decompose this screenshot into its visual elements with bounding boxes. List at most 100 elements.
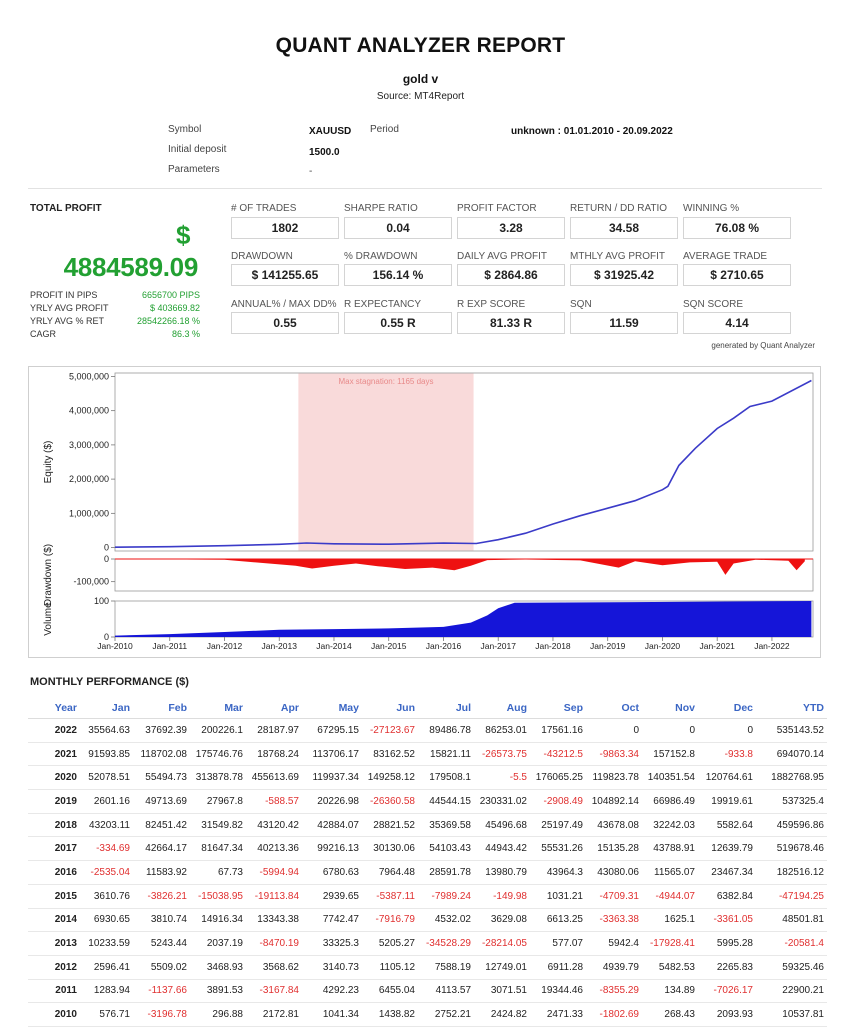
stat-value-annual-maxdd: 0.55 <box>231 312 339 334</box>
month-value-cell: 43788.91 <box>642 836 698 862</box>
equity-ytick-label: 1,000,000 <box>69 508 109 518</box>
month-value-cell: 537325.4 <box>756 789 827 814</box>
month-value-cell: 3629.08 <box>474 908 530 933</box>
month-value-cell: 3140.73 <box>302 955 362 980</box>
stat-label: MTHLY AVG PROFIT <box>570 251 666 262</box>
month-value-cell: 5509.02 <box>133 955 190 980</box>
xtick-label: Jan-2012 <box>207 641 243 651</box>
strategy-name: gold v <box>402 72 439 86</box>
month-value-cell: 6455.04 <box>362 979 418 1004</box>
deposit-value: 1500.0 <box>309 147 340 158</box>
month-value-cell: 15135.28 <box>586 836 642 862</box>
stat-value-sqn-score: 4.14 <box>683 312 791 334</box>
month-value-cell: 25197.49 <box>530 813 586 838</box>
month-value-cell: 175746.76 <box>190 742 246 767</box>
month-value-cell: 66986.49 <box>642 789 698 814</box>
month-value-cell: 2939.65 <box>302 884 362 909</box>
month-value-cell: 13343.38 <box>246 908 302 933</box>
column-header-dec: Dec <box>698 697 756 719</box>
month-value-cell: -3363.38 <box>586 908 642 933</box>
cagr-label: CAGR <box>30 329 57 339</box>
column-header-jul: Jul <box>418 697 474 719</box>
month-value-cell: 5205.27 <box>362 931 418 956</box>
month-value-cell: -3826.21 <box>133 884 190 909</box>
yrly-avg-profit-value: $ 403669.82 <box>149 303 200 313</box>
month-value-cell: 18768.24 <box>246 742 302 767</box>
xtick-label: Jan-2018 <box>535 641 571 651</box>
month-value-cell: -3196.78 <box>133 1002 190 1027</box>
month-value-cell: 5582.64 <box>698 813 756 838</box>
month-value-cell: -43212.5 <box>530 742 586 767</box>
params-label: Parameters <box>168 164 220 175</box>
period-value: unknown : 01.01.2010 - 20.09.2022 <box>511 126 673 137</box>
month-value-cell: -26573.75 <box>474 742 530 767</box>
month-value-cell: 113706.17 <box>302 742 362 767</box>
month-value-cell: 1625.1 <box>642 908 698 933</box>
month-value-cell: 19344.46 <box>530 979 586 1004</box>
column-header-oct: Oct <box>586 697 642 719</box>
month-value-cell: 91593.85 <box>80 742 133 767</box>
month-value-cell: -4944.07 <box>642 884 698 909</box>
month-value-cell: 0 <box>586 718 642 743</box>
month-value-cell: 694070.14 <box>756 742 827 767</box>
month-value-cell: 1882768.95 <box>756 765 827 791</box>
month-value-cell: 3610.76 <box>80 884 133 909</box>
stat-label: SQN SCORE <box>683 299 744 310</box>
equity-chart-frame: Max stagnation: 1165 days 5,000,000 4,000,… <box>28 366 821 658</box>
month-value-cell: 67295.15 <box>302 718 362 743</box>
year-cell: 2012 <box>28 955 80 980</box>
table-row: 2020 52078.51 55494.73 313878.78 455613.69 11… <box>28 765 827 791</box>
drawdown-ytick-label: 0 <box>104 554 109 564</box>
month-value-cell: 2424.82 <box>474 1002 530 1027</box>
month-value-cell: 176065.25 <box>530 765 586 791</box>
month-value-cell: 2596.41 <box>80 955 133 980</box>
month-value-cell: -5387.11 <box>362 884 418 909</box>
drawdown-ylabel: Drawdown ($) <box>43 544 54 606</box>
equity-ytick-label: 4,000,000 <box>69 406 109 416</box>
yrly-avg-ret-row: YRLY AVG % RET 28542266.18 % <box>30 316 200 326</box>
month-value-cell: -3361.05 <box>698 908 756 933</box>
month-value-cell: 55531.26 <box>530 836 586 862</box>
month-value-cell: 179508.1 <box>418 765 474 791</box>
year-cell: 2017 <box>28 836 80 862</box>
monthly-header-row: Year Jan Feb Mar Apr May Jun Jul Aug Sep Oct Nov Dec… <box>28 697 827 719</box>
xtick-label: Jan-2015 <box>371 641 407 651</box>
month-value-cell: 28591.78 <box>418 860 474 885</box>
stat-value-winning: 76.08 % <box>683 217 791 239</box>
month-value-cell: 5995.28 <box>698 931 756 956</box>
yrly-avg-profit-row: YRLY AVG PROFIT $ 403669.82 <box>30 303 200 313</box>
month-value-cell: -8470.19 <box>246 931 302 956</box>
year-cell: 2020 <box>28 765 80 791</box>
month-value-cell: 2601.16 <box>80 789 133 814</box>
month-value-cell: 268.43 <box>642 1002 698 1027</box>
month-value-cell: 576.71 <box>80 1002 133 1027</box>
month-value-cell: 149258.12 <box>362 765 418 791</box>
stat-label: DAILY AVG PROFIT <box>457 251 548 262</box>
month-value-cell: -1137.66 <box>133 979 190 1004</box>
month-value-cell: 35369.58 <box>418 813 474 838</box>
total-profit-currency: $ <box>176 220 191 250</box>
month-value-cell: 42664.17 <box>133 836 190 862</box>
table-row: 2011 1283.94 -1137.66 3891.53 -3167.84 4292.2… <box>28 979 827 1004</box>
table-row: 2017 -334.69 42664.17 81647.34 40213.36 99216… <box>28 836 827 862</box>
month-value-cell: 104892.14 <box>586 789 642 814</box>
month-value-cell: 5243.44 <box>133 931 190 956</box>
month-value-cell: 81647.34 <box>190 836 246 862</box>
month-value-cell: 44544.15 <box>418 789 474 814</box>
month-value-cell: 27967.8 <box>190 789 246 814</box>
stat-label: R EXPECTANCY <box>344 299 422 310</box>
year-cell: 2018 <box>28 813 80 838</box>
year-cell: 2019 <box>28 789 80 814</box>
month-value-cell: 11583.92 <box>133 860 190 885</box>
month-value-cell: -19113.84 <box>246 884 302 909</box>
report-title: QUANT ANALYZER REPORT <box>275 34 566 57</box>
month-value-cell: -4709.31 <box>586 884 642 909</box>
month-value-cell: 0 <box>698 718 756 743</box>
month-value-cell: 33325.3 <box>302 931 362 956</box>
month-value-cell: 5482.53 <box>642 955 698 980</box>
month-value-cell: -588.57 <box>246 789 302 814</box>
month-value-cell: 11565.07 <box>642 860 698 885</box>
month-value-cell: 200226.1 <box>190 718 246 743</box>
month-value-cell: 12639.79 <box>698 836 756 862</box>
month-value-cell: 4532.02 <box>418 908 474 933</box>
